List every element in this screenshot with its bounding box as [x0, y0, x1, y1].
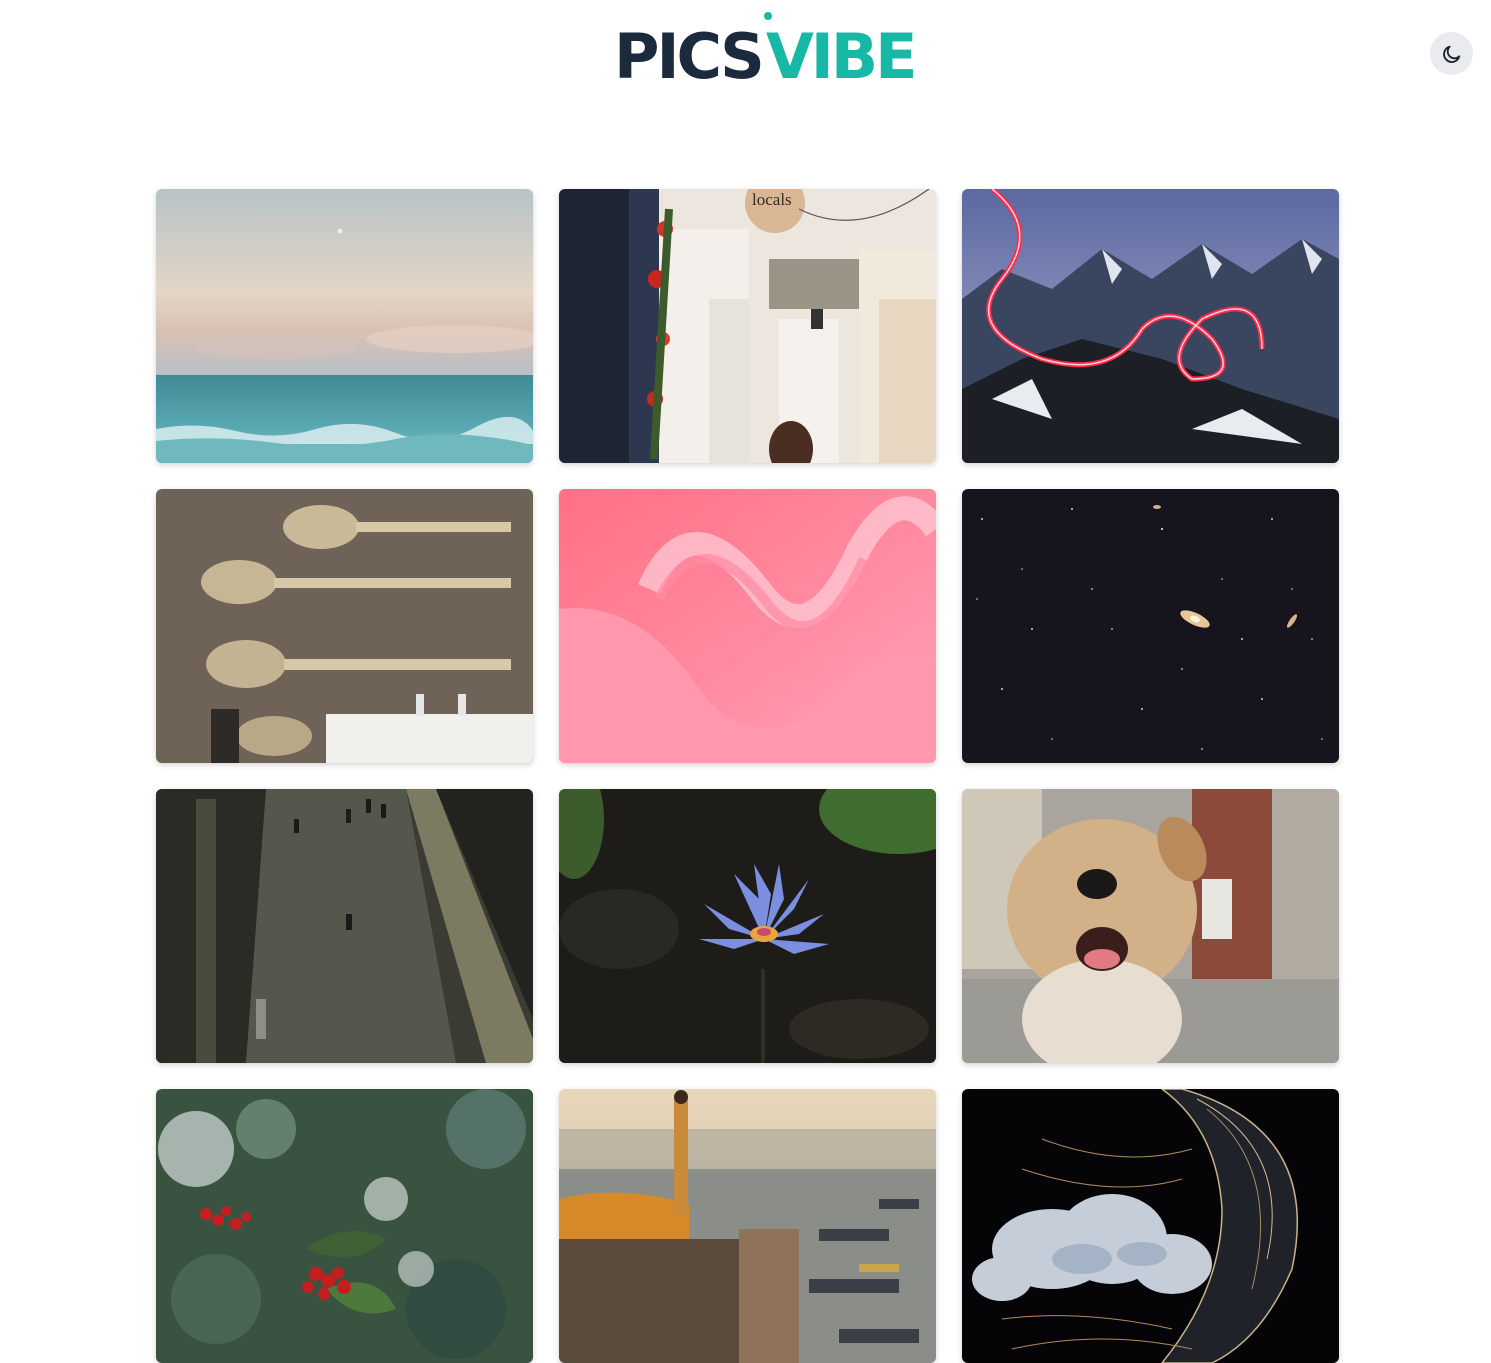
gallery-photo-holly[interactable]	[156, 1089, 533, 1363]
brand-logo-part1: PICS	[614, 20, 765, 93]
site-header: PICS VIBE	[0, 0, 1491, 120]
gallery-photo-starfield[interactable]	[962, 489, 1339, 763]
giant-spoons-wall-photo	[156, 489, 533, 763]
brand-logo-part2-text: VIBE	[765, 20, 918, 93]
walkway-travelers-photo	[156, 789, 533, 1063]
fluffy-dog-photo	[962, 789, 1339, 1063]
gallery-photo-ocean[interactable]	[156, 189, 533, 463]
gallery-photo-water-lily[interactable]	[559, 789, 936, 1063]
light-painting-mountains-photo	[962, 189, 1339, 463]
holly-berries-photo	[156, 1089, 533, 1363]
brand-logo-part2: VIBE	[763, 12, 917, 88]
gallery-photo-river[interactable]	[559, 1089, 936, 1363]
ocean-horizon-photo	[156, 189, 533, 463]
theme-toggle-button[interactable]	[1430, 32, 1473, 75]
pink-ribbon-abstract-photo	[559, 489, 936, 763]
gallery-photo-alley[interactable]: locals	[559, 189, 936, 463]
jellyfish-photo	[962, 1089, 1339, 1363]
gallery-photo-dog[interactable]	[962, 789, 1339, 1063]
gallery-photo-light-painting[interactable]	[962, 189, 1339, 463]
brand-logo[interactable]: PICS VIBE	[614, 12, 917, 93]
river-ghats-boats-photo	[559, 1089, 936, 1363]
moon-icon	[1442, 45, 1460, 63]
whitewashed-alley-photo: locals	[559, 189, 936, 463]
blue-water-lily-photo	[559, 789, 936, 1063]
photo-gallery: locals	[156, 189, 1339, 1363]
starfield-galaxies-photo	[962, 489, 1339, 763]
gallery-photo-jellyfish[interactable]	[962, 1089, 1339, 1363]
gallery-photo-spoons[interactable]	[156, 489, 533, 763]
gallery-photo-walkway[interactable]	[156, 789, 533, 1063]
logo-dot-icon	[763, 12, 772, 20]
svg-text:locals: locals	[752, 190, 792, 209]
gallery-photo-pink-abstract[interactable]	[559, 489, 936, 763]
